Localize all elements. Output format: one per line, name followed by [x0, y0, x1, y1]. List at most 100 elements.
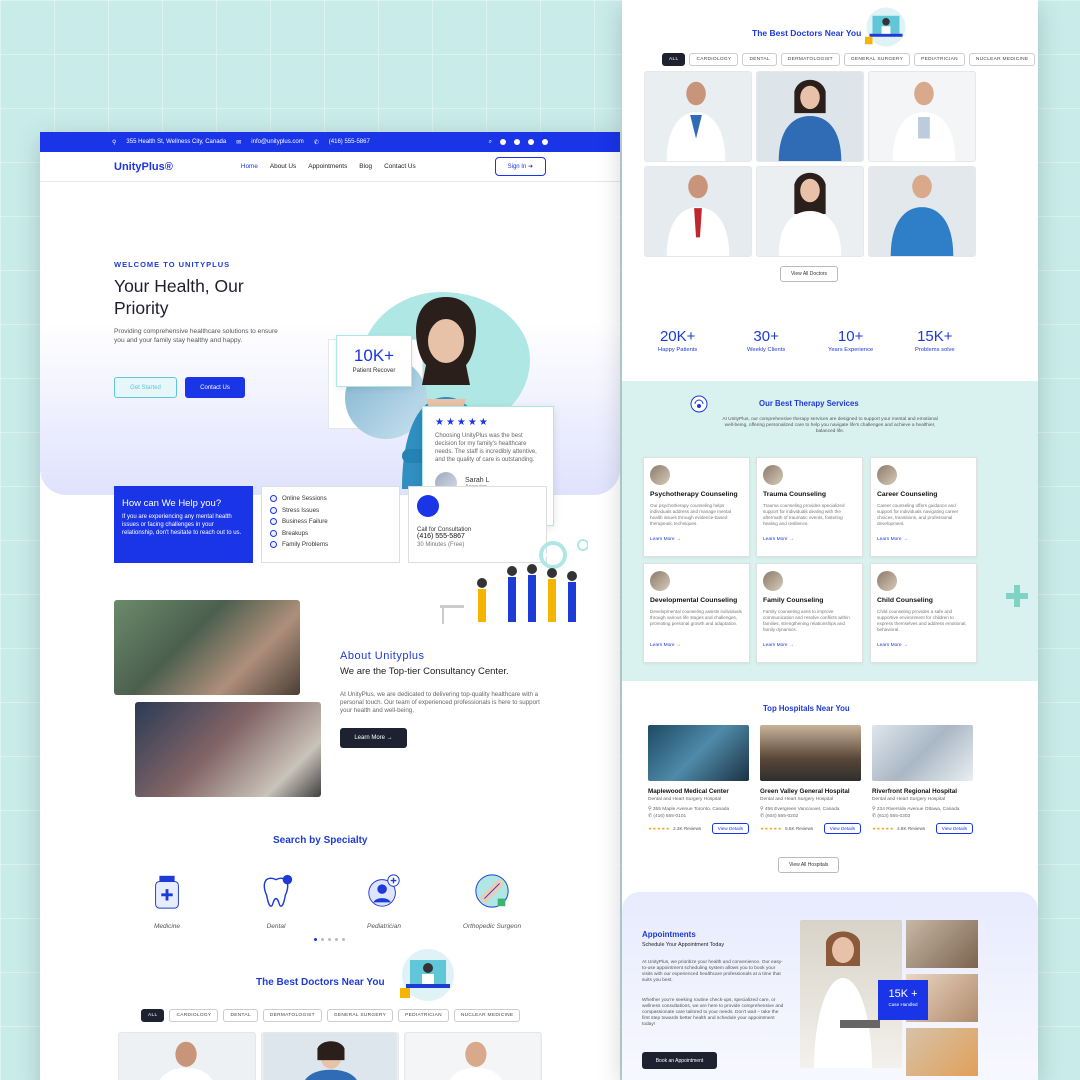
doctor-card[interactable]	[644, 166, 752, 257]
learn-more-label: Learn More	[650, 643, 675, 648]
filter-dermatologist[interactable]: DERMATOLOGIST	[262, 1009, 322, 1022]
hospital-card-maplewood[interactable]: Maplewood Medical Center Dental and Hear…	[648, 725, 749, 834]
doctor-card[interactable]	[404, 1032, 542, 1080]
nav-appointments[interactable]: Appointments	[308, 163, 347, 170]
doctor-card[interactable]	[868, 166, 976, 257]
list-item[interactable]: Business Failure	[270, 518, 391, 526]
stat-happy-patients: 20K+ Happy Patients	[658, 328, 697, 353]
check-icon	[270, 518, 277, 526]
instagram-icon[interactable]	[514, 139, 520, 145]
plus-decoration-icon	[1006, 585, 1028, 607]
about-image-group-therapy	[114, 600, 300, 695]
hospital-card-green-valley[interactable]: Green Valley General Hospital Dental and…	[760, 725, 861, 834]
doctor-filter-chips-left: ALL CARDIOLOGY DENTAL DERMATOLOGIST GENE…	[141, 1009, 521, 1022]
linkedin-icon[interactable]	[542, 139, 548, 145]
about-subtitle: We are the Top-tier Consultancy Center.	[340, 666, 509, 677]
search-icon[interactable]: ⌕	[489, 139, 492, 146]
hospital-image	[648, 725, 749, 781]
specialty-medicine[interactable]: Medicine	[122, 872, 212, 930]
carousel-dots[interactable]	[314, 938, 345, 941]
specialty-pediatrician[interactable]: Pediatrician	[339, 872, 429, 930]
specialty-orthopedic[interactable]: Orthopedic Surgeon	[447, 872, 537, 930]
nav-contact[interactable]: Contact Us	[384, 163, 416, 170]
filter-dental[interactable]: DENTAL	[742, 53, 777, 66]
help-topics-list: Online Sessions Stress Issues Business F…	[261, 486, 400, 563]
therapy-title: Our Best Therapy Services	[759, 399, 859, 408]
therapy-card-title: Family Counseling	[763, 597, 824, 604]
filter-dermatologist[interactable]: DERMATOLOGIST	[780, 53, 840, 66]
check-icon	[270, 541, 277, 549]
nav-blog[interactable]: Blog	[359, 163, 372, 170]
view-details-button[interactable]: View Details	[823, 823, 861, 834]
view-all-hospitals-button[interactable]: View All Hospitals	[778, 857, 840, 873]
doctor-photo	[120, 1033, 254, 1080]
hospital-subtitle: Dental and Heart Surgery Hospital	[872, 797, 946, 802]
specialty-label: Medicine	[153, 923, 180, 930]
therapy-learn-more-link[interactable]: Learn More →	[650, 643, 743, 648]
therapy-card-child[interactable]: Child Counseling Child counseling provid…	[870, 563, 977, 663]
doctor-card[interactable]	[118, 1032, 256, 1080]
specialty-title: Search by Specialty	[273, 835, 368, 846]
therapy-card-developmental[interactable]: Developmental Counseling Developmental c…	[643, 563, 750, 663]
therapy-card-trauma[interactable]: Trauma Counseling Trauma counseling prov…	[756, 457, 863, 557]
specialty-dental[interactable]: Dental	[231, 872, 321, 930]
therapy-card-image	[650, 571, 670, 591]
contact-us-button[interactable]: Contact Us	[185, 377, 245, 398]
filter-all[interactable]: ALL	[662, 53, 686, 66]
learn-more-label: Learn More	[763, 537, 788, 542]
filter-general-surgery[interactable]: GENERAL SURGERY	[843, 53, 911, 66]
doctor-card[interactable]	[756, 71, 864, 162]
nav-about[interactable]: About Us	[270, 163, 296, 170]
get-started-button[interactable]: Get Started	[114, 377, 177, 398]
list-item[interactable]: Family Problems	[270, 541, 391, 549]
review-count: 5.5K Reviews	[785, 826, 814, 831]
help-topic-label: Online Sessions	[282, 495, 327, 502]
help-topic-label: Stress Issues	[282, 506, 320, 514]
rating-stars-icon: ★★★★★	[760, 825, 783, 831]
filter-dental[interactable]: DENTAL	[223, 1009, 258, 1022]
doctor-photo	[263, 1033, 397, 1080]
doctor-card[interactable]	[868, 71, 976, 162]
signin-button[interactable]: Sign In ➜	[494, 157, 546, 176]
therapy-learn-more-link[interactable]: Learn More →	[763, 643, 856, 648]
hero-section: WELCOME TO UNITYPLUS Your Health, Our Pr…	[40, 182, 620, 526]
review-count: 2.3K Reviews	[673, 826, 702, 831]
filter-pediatrician[interactable]: PEDIATRICIAN	[914, 53, 965, 66]
filter-nuclear-medicine[interactable]: NUCLEAR MEDICINE	[453, 1009, 521, 1022]
therapy-learn-more-link[interactable]: Learn More →	[650, 537, 743, 542]
view-details-button[interactable]: View Details	[711, 823, 749, 834]
therapy-learn-more-link[interactable]: Learn More →	[877, 643, 970, 648]
appointment-image-elderly	[906, 920, 978, 968]
facebook-icon[interactable]	[500, 139, 506, 145]
view-all-doctors-button[interactable]: View All Doctors	[780, 266, 839, 282]
list-item[interactable]: Breakups	[270, 529, 391, 537]
arrow-right-icon: →	[788, 537, 794, 542]
filter-cardiology[interactable]: CARDIOLOGY	[689, 53, 739, 66]
topbar-phone[interactable]: (416) 555-5867	[329, 139, 370, 145]
filter-pediatrician[interactable]: PEDIATRICIAN	[398, 1009, 449, 1022]
hospital-card-riverfront[interactable]: Riverfront Regional Hospital Dental and …	[872, 725, 973, 834]
list-item[interactable]: Stress Issues	[270, 506, 391, 514]
logo[interactable]: UnityPlus®	[114, 161, 173, 173]
filter-cardiology[interactable]: CARDIOLOGY	[169, 1009, 219, 1022]
book-appointment-button[interactable]: Book an Appointment	[642, 1052, 717, 1069]
filter-nuclear-medicine[interactable]: NUCLEAR MEDICINE	[968, 53, 1036, 66]
view-details-button[interactable]: View Details	[935, 823, 973, 834]
list-item[interactable]: Online Sessions	[270, 495, 391, 502]
twitter-icon[interactable]	[528, 139, 534, 145]
therapy-learn-more-link[interactable]: Learn More →	[877, 537, 970, 542]
learn-more-label: Learn More	[650, 537, 675, 542]
therapy-learn-more-link[interactable]: Learn More →	[763, 537, 856, 542]
learn-more-button[interactable]: Learn More →	[340, 728, 407, 748]
topbar-email[interactable]: info@unityplus.com	[251, 139, 303, 145]
specialty-label: Orthopedic Surgeon	[462, 923, 522, 930]
therapy-card-career[interactable]: Career Counseling Career counseling offe…	[870, 457, 977, 557]
doctor-card[interactable]	[261, 1032, 399, 1080]
therapy-card-family[interactable]: Family Counseling Family counseling aims…	[756, 563, 863, 663]
nav-home[interactable]: Home	[241, 163, 258, 170]
doctor-card[interactable]	[644, 71, 752, 162]
filter-general-surgery[interactable]: GENERAL SURGERY	[326, 1009, 394, 1022]
therapy-card-psychotherapy[interactable]: Psychotherapy Counseling Our psychothera…	[643, 457, 750, 557]
filter-all[interactable]: ALL	[141, 1009, 165, 1022]
doctor-card[interactable]	[756, 166, 864, 257]
